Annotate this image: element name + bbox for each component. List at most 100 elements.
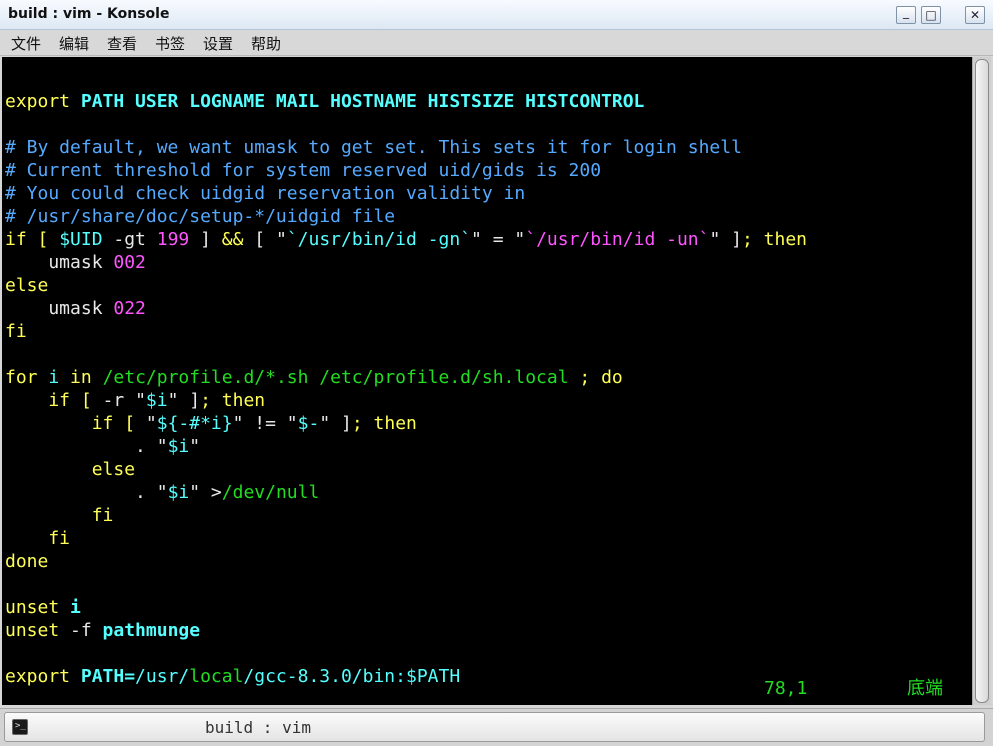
code-token: ] — [189, 229, 222, 250]
menu-bar: 文件 编辑 查看 书签 设置 帮助 — [0, 30, 993, 56]
maximize-button[interactable]: □ — [921, 6, 941, 24]
editor-line: export PATH=/usr/local/gcc-8.3.0/bin:$PA… — [5, 665, 460, 688]
code-token: > — [200, 482, 222, 503]
code-token: PATH= — [80, 666, 136, 687]
menu-file[interactable]: 文件 — [11, 33, 41, 54]
tab-build-vim[interactable]: >_ build : vim — [4, 712, 985, 742]
code-token: " — [167, 390, 179, 411]
code-token: 199 — [156, 229, 190, 250]
editor-line: for i in /etc/profile.d/*.sh /etc/profil… — [5, 366, 623, 389]
editor-line: fi — [5, 527, 70, 550]
code-token: " — [189, 436, 201, 457]
code-token: $PATH — [405, 666, 461, 687]
close-button[interactable]: ✕ — [965, 6, 985, 24]
code-token: i — [48, 367, 60, 388]
code-token: -gt — [102, 229, 157, 250]
code-token: $i — [167, 436, 190, 457]
code-token: 002 — [113, 252, 146, 273]
menu-bookmarks[interactable]: 书签 — [155, 33, 185, 54]
code-token: $i — [145, 390, 168, 411]
code-token: unset — [5, 597, 71, 618]
code-token: " — [135, 390, 146, 411]
editor-line: done — [5, 550, 48, 573]
code-token: local — [189, 666, 244, 687]
code-token: pathmunge — [102, 620, 201, 641]
tab-bar: >_ build : vim — [0, 708, 993, 746]
code-token: $i — [167, 482, 190, 503]
editor-line: # By default, we want umask to get set. … — [5, 136, 742, 159]
code-token: != — [243, 413, 287, 434]
editor-line: if [ "${-#*i}" != "$-" ]; then — [5, 412, 417, 435]
window-titlebar[interactable]: build : vim - Konsole _ □ ✕ — [0, 0, 993, 30]
editor-line: unset i — [5, 596, 81, 619]
code-token: fi — [5, 321, 27, 342]
editor-line: . "$i" >/dev/null — [5, 481, 319, 504]
close-icon: ✕ — [969, 8, 981, 22]
editor-line: # You could check uidgid reservation val… — [5, 182, 525, 205]
code-token: " — [286, 413, 298, 434]
code-token: fi — [5, 505, 114, 526]
tab-label: build : vim — [205, 718, 311, 737]
menu-edit[interactable]: 编辑 — [59, 33, 89, 54]
editor-line: # Current threshold for system reserved … — [5, 159, 601, 182]
code-token: . — [5, 436, 157, 457]
code-token: export — [5, 91, 81, 112]
editor-line: umask 002 — [5, 251, 146, 274]
code-token: if [ — [5, 390, 103, 411]
code-token: else — [5, 275, 49, 296]
code-token: # By default, we want umask to get set. … — [5, 137, 742, 158]
code-token: fi — [5, 528, 71, 549]
code-token: ; then — [200, 390, 266, 411]
code-token: umask — [5, 252, 114, 273]
code-token: done — [5, 551, 49, 572]
code-token: -r — [102, 390, 136, 411]
menu-help[interactable]: 帮助 — [251, 33, 281, 54]
code-token: ] — [178, 390, 201, 411]
editor-line: umask 022 — [5, 297, 146, 320]
code-token: # Current threshold for system reserved … — [5, 160, 602, 181]
code-token: . — [5, 482, 157, 503]
terminal-scrollbar[interactable] — [972, 57, 991, 705]
code-token: /dev/null — [221, 482, 320, 503]
code-token: " — [319, 413, 331, 434]
code-token: ${-#*i} — [156, 413, 233, 434]
code-token: export — [5, 666, 81, 687]
menu-view[interactable]: 查看 — [107, 33, 137, 54]
terminal-view[interactable]: 78,1 底端 export PATH USER LOGNAME MAIL HO… — [2, 57, 972, 705]
code-token: unset — [5, 620, 71, 641]
editor-line: fi — [5, 504, 114, 527]
minimize-icon: _ — [903, 5, 909, 19]
code-token: " — [156, 436, 168, 457]
code-token: -f — [70, 620, 103, 641]
editor-line: unset -f pathmunge — [5, 619, 200, 642]
code-token: $- — [297, 413, 320, 434]
code-token: " ] — [709, 229, 742, 250]
menu-settings[interactable]: 设置 — [203, 33, 233, 54]
code-token: 022 — [113, 298, 146, 319]
code-token: /etc/profile.d/*.sh /etc/profile.d/sh.lo… — [102, 367, 569, 388]
vim-cursor-position: 78,1 — [764, 678, 808, 699]
code-token: # /usr/share/doc/setup-*/uidgid file — [5, 206, 396, 227]
code-token: ; then — [351, 413, 417, 434]
code-token: in — [59, 367, 103, 388]
code-token: i — [70, 597, 81, 618]
code-token: " — [232, 413, 244, 434]
code-token: `/usr/bin/id -gn` — [286, 229, 472, 250]
code-token: `/usr/bin/id -un` — [525, 229, 710, 250]
editor-line: . "$i" — [5, 435, 200, 458]
code-token: /gcc-8.3.0/bin: — [243, 666, 406, 687]
scrollbar-thumb[interactable] — [975, 59, 989, 703]
code-token: " — [145, 413, 157, 434]
editor-line: if [ $UID -gt 199 ] && [ "`/usr/bin/id -… — [5, 228, 807, 251]
code-token: [ " — [243, 229, 287, 250]
code-token: " = " — [471, 229, 526, 250]
code-token: if [ — [5, 413, 146, 434]
code-token: " — [189, 482, 201, 503]
code-token: # You could check uidgid reservation val… — [5, 183, 526, 204]
minimize-button[interactable]: _ — [896, 6, 916, 24]
code-token: && — [221, 229, 244, 250]
editor-line: # /usr/share/doc/setup-*/uidgid file — [5, 205, 395, 228]
code-token: if [ — [5, 229, 60, 250]
code-token: umask — [5, 298, 114, 319]
code-token: $UID — [59, 229, 103, 250]
